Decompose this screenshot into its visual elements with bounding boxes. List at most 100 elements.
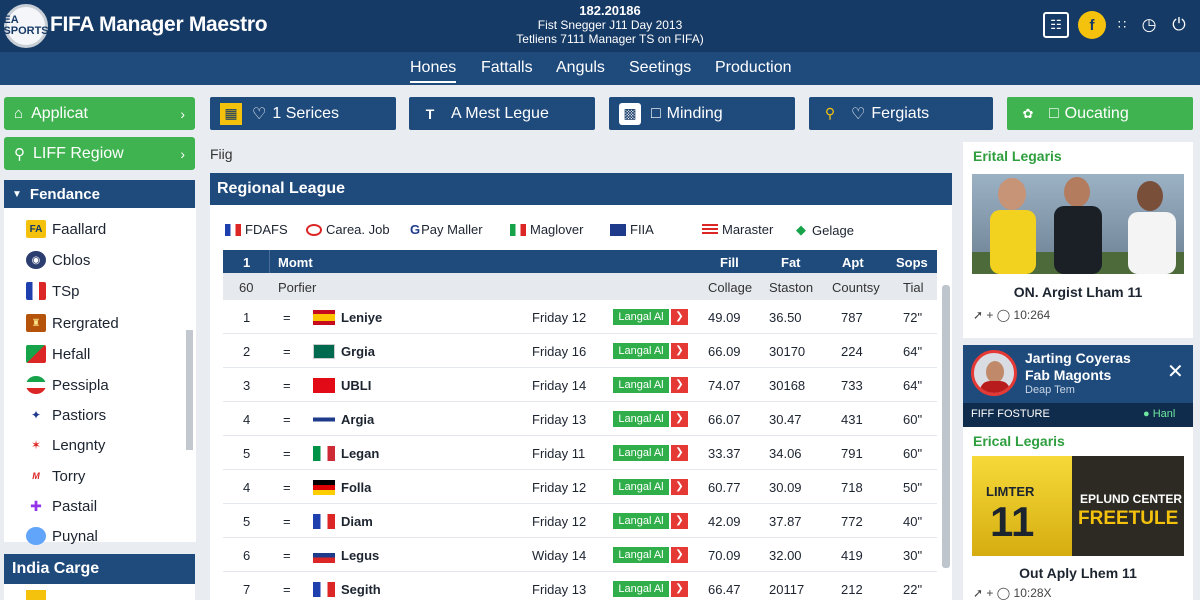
ea-logo[interactable]: EA SPORTS bbox=[3, 4, 49, 48]
header-divider bbox=[269, 250, 270, 273]
filter-label: Carea. Job bbox=[326, 222, 390, 237]
news-card-1[interactable]: Erital Legaris ON. Argist Lham 11 ➚ + ◯ … bbox=[963, 142, 1193, 338]
list-item[interactable]: FA Faallard bbox=[26, 220, 106, 238]
col-rank[interactable]: 1 bbox=[243, 255, 250, 270]
filter-gelage[interactable]: ◆ Gelage bbox=[796, 222, 854, 238]
status-badge[interactable]: Langal Al bbox=[613, 411, 669, 427]
table-row[interactable]: 3 = UBLI Friday 14 Langal Al ❯ 74.07 3016… bbox=[223, 368, 937, 402]
arrow-right-icon[interactable]: ❯ bbox=[671, 309, 688, 325]
list-item[interactable]: TSp bbox=[26, 282, 80, 300]
arrow-right-icon[interactable]: ❯ bbox=[671, 377, 688, 393]
table-row[interactable]: 7 = Segith Friday 13 Langal Al ❯ 66.47 20… bbox=[223, 572, 937, 600]
flag-icon bbox=[313, 514, 335, 529]
status-badge[interactable]: Langal Al bbox=[613, 445, 669, 461]
table-row[interactable]: 4 = Folla Friday 12 Langal Al ❯ 60.77 30.… bbox=[223, 470, 937, 504]
flag-icon bbox=[510, 223, 526, 236]
india-panel-header[interactable]: India Carge bbox=[4, 554, 195, 584]
status-badge[interactable]: Langal Al bbox=[613, 513, 669, 529]
filter-pay-maller[interactable]: G Pay Maller bbox=[410, 222, 483, 237]
filter-maglover[interactable]: Maglover bbox=[510, 222, 583, 237]
col-fat[interactable]: Fat bbox=[781, 255, 801, 270]
nav-tab-settings[interactable]: Seetings bbox=[629, 59, 691, 77]
players-photo[interactable] bbox=[972, 174, 1184, 274]
subheader-collage: Collage bbox=[708, 280, 753, 295]
fendance-panel-header[interactable]: ▼ Fendance bbox=[4, 180, 195, 208]
arrow-right-icon[interactable]: ❯ bbox=[671, 411, 688, 427]
status-badge[interactable]: Langal Al bbox=[613, 547, 669, 563]
oucating-button[interactable]: ✿ □ Oucating bbox=[1007, 97, 1193, 130]
list-item[interactable]: Pessipla bbox=[26, 376, 109, 394]
arrow-right-icon[interactable]: ❯ bbox=[671, 343, 688, 359]
list-item[interactable]: Puynal bbox=[26, 527, 98, 545]
row-date: Friday 14 bbox=[532, 378, 587, 393]
list-item-label: Pessipla bbox=[52, 376, 109, 394]
filter-career-job[interactable]: Carea. Job bbox=[306, 222, 390, 237]
player-shirt: LIMTER 11 bbox=[972, 456, 1072, 556]
clock-icon[interactable]: ◷ bbox=[1135, 11, 1163, 39]
nav-tab-angles[interactable]: Anguls bbox=[556, 59, 605, 77]
status-badge[interactable]: Langal Al bbox=[613, 343, 669, 359]
profile-icon[interactable]: ☷ bbox=[1043, 12, 1069, 38]
table-scrollbar[interactable] bbox=[942, 285, 950, 568]
status-badge[interactable]: Langal Al bbox=[613, 309, 669, 325]
grid-icon[interactable]: ∷ bbox=[1108, 11, 1136, 39]
table-row[interactable]: 1 = Leniye Friday 12 Langal Al ❯ 49.09 36… bbox=[223, 300, 937, 334]
nav-tab-football[interactable]: Fattalls bbox=[481, 59, 533, 77]
shirt-name: LIMTER bbox=[986, 484, 1035, 499]
notification-toast[interactable]: Jarting Coyeras Fab Magonts Deap Tem ✕ F… bbox=[963, 345, 1193, 427]
list-item[interactable]: ✚ Pastail bbox=[26, 497, 97, 515]
col-fill[interactable]: Fill bbox=[720, 255, 739, 270]
nav-tab-production[interactable]: Production bbox=[715, 59, 792, 77]
arrow-right-icon[interactable]: ❯ bbox=[671, 445, 688, 461]
status-badge[interactable]: Langal Al bbox=[613, 377, 669, 393]
row-v1: 66.09 bbox=[708, 344, 741, 359]
table-row[interactable]: 5 = Legan Friday 11 Langal Al ❯ 33.37 34.… bbox=[223, 436, 937, 470]
applicat-button[interactable]: ⌂ Applicat › bbox=[4, 97, 195, 130]
arrow-right-icon[interactable]: ❯ bbox=[671, 479, 688, 495]
facebook-icon[interactable]: f bbox=[1078, 11, 1106, 39]
team-crest-icon: ✦ bbox=[30, 408, 42, 422]
col-apt[interactable]: Apt bbox=[842, 255, 864, 270]
col-team[interactable]: Momt bbox=[278, 255, 313, 270]
list-item[interactable]: ✶ Lengnty bbox=[26, 436, 105, 454]
services-button[interactable]: ▦ ♡ 1 Serices bbox=[210, 97, 396, 130]
filter-fiia[interactable]: FIIA bbox=[610, 222, 654, 237]
table-row[interactable]: 6 = Legus Widay 14 Langal Al ❯ 70.09 32.0… bbox=[223, 538, 937, 572]
breadcrumb[interactable]: Fiig bbox=[210, 146, 233, 162]
league-button[interactable]: T A Mest Legue bbox=[409, 97, 595, 130]
promo-photo[interactable]: LIMTER 11 EPLUND CENTER FREETULE bbox=[972, 456, 1184, 556]
table-row[interactable]: 5 = Diam Friday 12 Langal Al ❯ 42.09 37.8… bbox=[223, 504, 937, 538]
region-button[interactable]: ⚲ LIFF Regiow › bbox=[4, 137, 195, 170]
share-icon[interactable]: ➚ bbox=[973, 586, 983, 600]
news-card-2[interactable]: Erical Legaris LIMTER 11 EPLUND CENTER F… bbox=[963, 427, 1193, 600]
filter-maraster[interactable]: Maraster bbox=[702, 222, 773, 237]
status-badge[interactable]: Langal Al bbox=[613, 581, 669, 597]
table-row[interactable]: 2 = Grgia Friday 16 Langal Al ❯ 66.09 301… bbox=[223, 334, 937, 368]
power-icon[interactable]: ⏻ bbox=[1165, 11, 1193, 39]
list-item[interactable]: ♜ Rergrated bbox=[26, 314, 119, 332]
arrow-right-icon[interactable]: ❯ bbox=[671, 581, 688, 597]
row-team: Legus bbox=[341, 548, 380, 563]
arrow-right-icon[interactable]: ❯ bbox=[671, 513, 688, 529]
close-icon[interactable]: ✕ bbox=[1167, 359, 1184, 384]
arrow-right-icon[interactable]: ❯ bbox=[671, 547, 688, 563]
news-card-2-meta: ➚ + ◯ 10:28X bbox=[973, 586, 1052, 600]
status-badge[interactable]: Langal Al bbox=[613, 479, 669, 495]
league-title-bar: Regional League bbox=[210, 173, 952, 205]
list-item[interactable]: ✦ Pastiors bbox=[26, 406, 106, 424]
minding-button[interactable]: ▩ □ Minding bbox=[609, 97, 795, 130]
share-icon[interactable]: ➚ bbox=[973, 308, 983, 322]
list-item[interactable]: M Torry bbox=[26, 467, 85, 485]
flag-icon bbox=[306, 223, 322, 236]
heart-icon: ♡ bbox=[851, 105, 866, 123]
table-row[interactable]: 4 = Argia Friday 13 Langal Al ❯ 66.07 30.… bbox=[223, 402, 937, 436]
filter-fdafs[interactable]: FDAFS bbox=[225, 222, 288, 237]
col-sops[interactable]: Sops bbox=[896, 255, 928, 270]
row-v4: 50" bbox=[903, 480, 923, 495]
list-item[interactable]: ◉ Cblos bbox=[26, 251, 90, 269]
nav-tab-home[interactable]: Hones bbox=[410, 59, 457, 83]
fergiats-button[interactable]: ⚲ ♡ Fergiats bbox=[809, 97, 993, 130]
left-scrollbar[interactable] bbox=[186, 330, 193, 450]
list-item[interactable]: Hefall bbox=[26, 345, 90, 363]
team-crest-icon: ♜ bbox=[26, 314, 46, 332]
